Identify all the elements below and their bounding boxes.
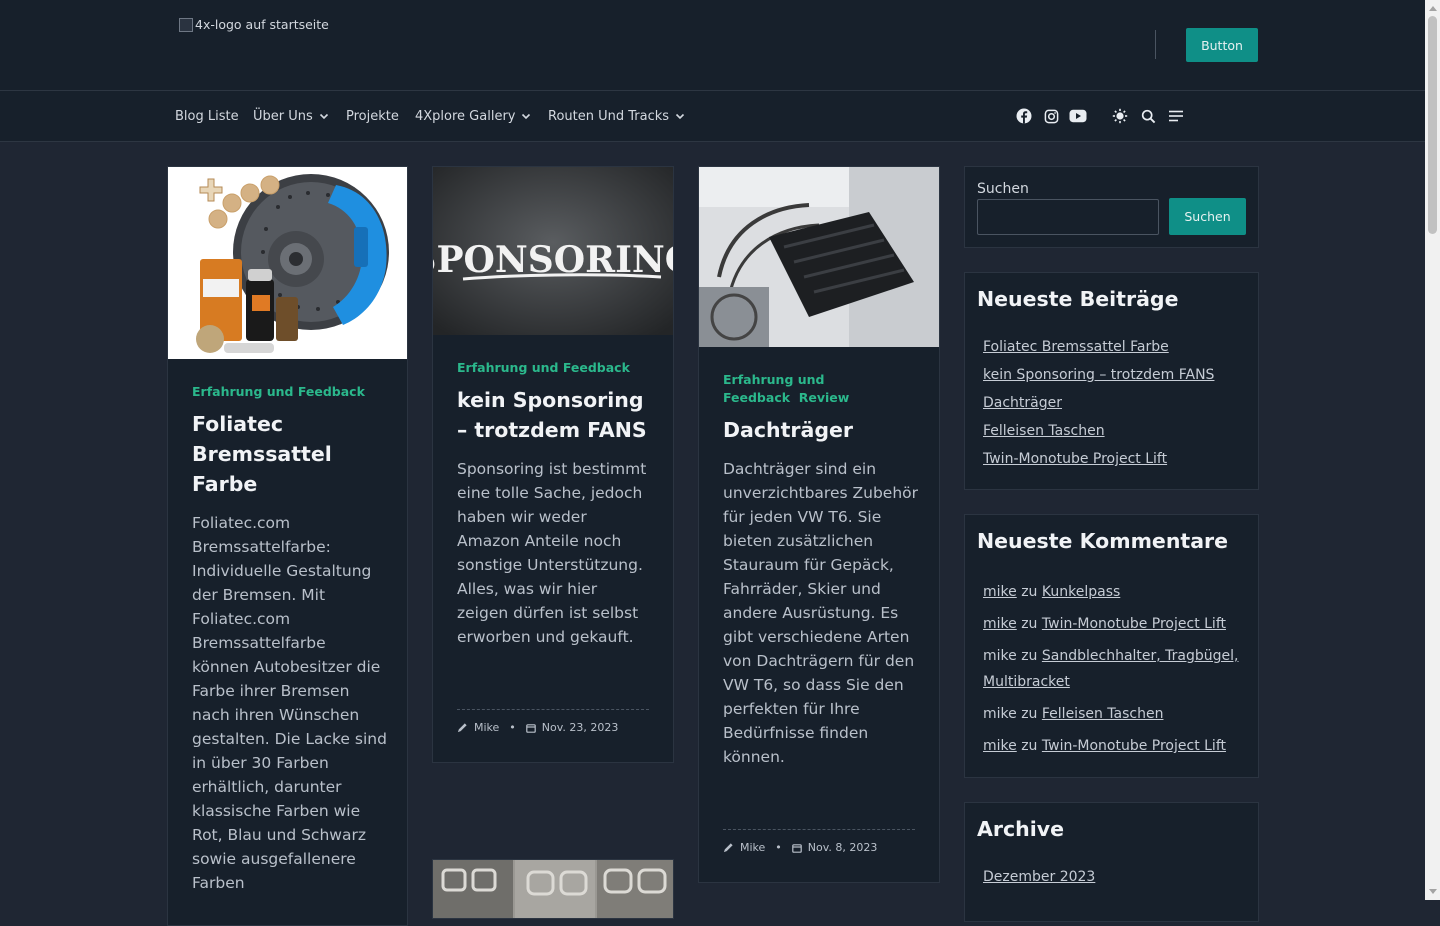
post-author-link[interactable]: Mike — [740, 841, 765, 854]
nav-label: Routen Und Tracks — [548, 108, 670, 124]
instagram-icon[interactable] — [1042, 107, 1060, 125]
comment-post-link[interactable]: Twin-Monotube Project Lift — [1042, 616, 1226, 632]
recent-post-link[interactable]: Twin-Monotube Project Lift — [983, 451, 1167, 467]
post-date-link[interactable]: Nov. 8, 2023 — [808, 841, 878, 854]
chevron-down-icon — [521, 111, 531, 121]
site-logo[interactable]: 4x-logo auf startseite — [179, 17, 329, 32]
nav-label: Blog Liste — [175, 108, 239, 124]
comment-author-link[interactable]: mike — [983, 584, 1017, 600]
post-title-link[interactable]: kein Sponsoring – trotzdem FANS — [457, 385, 652, 445]
comment-separator: zu — [1021, 706, 1038, 722]
post-card[interactable] — [432, 859, 674, 919]
comment-separator: zu — [1021, 648, 1038, 664]
nav-label: Projekte — [346, 108, 399, 124]
nav-item-ueber-uns[interactable]: Über Uns — [253, 91, 329, 141]
nav-item-projekte[interactable]: Projekte — [346, 91, 399, 141]
meta-separator: • — [509, 721, 516, 734]
post-category-link-review[interactable]: Review — [799, 390, 850, 405]
meta-separator: • — [775, 841, 782, 854]
post-card[interactable]: Erfahrung und Feedback Review Dachträger… — [698, 166, 940, 883]
recent-post-link[interactable]: Felleisen Taschen — [983, 423, 1105, 439]
comment-item: mike zu Felleisen Taschen — [983, 701, 1248, 727]
search-widget: Suchen Suchen — [964, 166, 1259, 248]
post-card[interactable]: SPONSORING Erfahrung und Feedback kein S… — [432, 166, 674, 763]
comment-item: mike zu Twin-Monotube Project Lift — [983, 611, 1248, 637]
post-excerpt: Dachträger sind ein unverzichtbares Zube… — [723, 460, 918, 766]
post-title-link[interactable]: Foliatec Bremssattel Farbe — [192, 409, 392, 499]
logo-alt-text: 4x-logo auf startseite — [195, 17, 329, 32]
menu-icon[interactable] — [1167, 107, 1185, 125]
calendar-icon — [525, 723, 536, 733]
comment-item: mike zu Sandblechhalter, Tragbügel, Mult… — [983, 643, 1248, 695]
nav-item-routen[interactable]: Routen Und Tracks — [548, 91, 685, 141]
comment-author: mike — [983, 706, 1017, 722]
pen-icon — [457, 722, 468, 733]
recent-post-link[interactable]: Foliatec Bremssattel Farbe — [983, 339, 1169, 355]
header-divider — [1155, 30, 1156, 59]
nav-item-blog-liste[interactable]: Blog Liste — [175, 91, 239, 141]
recent-comments-widget: Neueste Kommentare mike zu Kunkelpass mi… — [964, 514, 1259, 778]
post-thumbnail[interactable] — [168, 167, 407, 359]
comment-post-link[interactable]: Twin-Monotube Project Lift — [1042, 738, 1226, 754]
scroll-up-icon[interactable] — [1425, 1, 1440, 15]
broken-image-icon — [179, 17, 193, 32]
nav-label: 4Xplore Gallery — [415, 108, 516, 124]
recent-post-link[interactable]: kein Sponsoring – trotzdem FANS — [983, 367, 1214, 383]
chevron-down-icon — [675, 111, 685, 121]
search-icon[interactable] — [1139, 107, 1157, 125]
comment-item: mike zu Twin-Monotube Project Lift — [983, 733, 1248, 759]
youtube-icon[interactable] — [1069, 107, 1087, 125]
pen-icon — [723, 842, 734, 853]
comment-post-link[interactable]: Kunkelpass — [1042, 584, 1120, 600]
main-navigation: Blog Liste Über Uns Projekte 4Xplore Gal… — [0, 91, 1425, 142]
post-excerpt: Foliatec.com Bremssattelfarbe: Individue… — [192, 514, 387, 892]
site-header: 4x-logo auf startseite Button — [0, 0, 1425, 91]
comment-post-link[interactable]: Felleisen Taschen — [1042, 706, 1164, 722]
post-thumbnail[interactable] — [433, 860, 673, 918]
post-category-link[interactable]: Erfahrung und Feedback — [457, 359, 630, 377]
recent-post-link[interactable]: Dachträger — [983, 395, 1062, 411]
header-button[interactable]: Button — [1186, 28, 1258, 62]
facebook-icon[interactable] — [1015, 107, 1033, 125]
archive-link[interactable]: Dezember 2023 — [983, 869, 1095, 885]
chevron-down-icon — [319, 111, 329, 121]
post-meta: Mike • Nov. 8, 2023 — [723, 841, 877, 854]
post-title-link[interactable]: Dachträger — [723, 415, 918, 445]
search-button[interactable]: Suchen — [1169, 198, 1246, 235]
widget-title: Neueste Beiträge — [977, 287, 1179, 311]
comment-author-link[interactable]: mike — [983, 738, 1017, 754]
comment-author-link[interactable]: mike — [983, 616, 1017, 632]
comment-separator: zu — [1021, 584, 1038, 600]
post-card[interactable]: Erfahrung und Feedback Foliatec Bremssat… — [167, 166, 408, 926]
scroll-down-icon[interactable] — [1425, 885, 1440, 899]
post-thumbnail[interactable]: SPONSORING — [433, 167, 673, 335]
comment-item: mike zu Kunkelpass — [983, 579, 1248, 605]
post-category-link[interactable]: Erfahrung und Feedback — [192, 383, 365, 401]
theme-toggle-icon[interactable] — [1111, 107, 1129, 125]
post-category-link[interactable]: Erfahrung und Feedback Review — [723, 371, 858, 407]
meta-divider — [457, 709, 649, 710]
widget-title: Archive — [977, 817, 1065, 841]
nav-item-gallery[interactable]: 4Xplore Gallery — [415, 91, 531, 141]
comment-author: mike — [983, 648, 1017, 664]
post-author-link[interactable]: Mike — [474, 721, 499, 734]
post-meta: Mike • Nov. 23, 2023 — [457, 721, 618, 734]
post-date-link[interactable]: Nov. 23, 2023 — [542, 721, 619, 734]
search-label: Suchen — [977, 181, 1029, 197]
comment-separator: zu — [1021, 738, 1038, 754]
search-input[interactable] — [977, 199, 1159, 235]
scroll-thumb[interactable] — [1428, 16, 1437, 234]
nav-label: Über Uns — [253, 108, 313, 124]
comment-separator: zu — [1021, 616, 1038, 632]
post-thumbnail[interactable] — [699, 167, 939, 347]
meta-divider — [723, 829, 915, 830]
post-excerpt: Sponsoring ist bestimmt eine tolle Sache… — [457, 460, 647, 646]
widget-title: Neueste Kommentare — [977, 529, 1229, 553]
calendar-icon — [791, 843, 802, 853]
recent-posts-widget: Neueste Beiträge Foliatec Bremssattel Fa… — [964, 272, 1259, 490]
page-scrollbar[interactable] — [1425, 0, 1440, 900]
archive-widget: Archive Dezember 2023 — [964, 802, 1259, 922]
